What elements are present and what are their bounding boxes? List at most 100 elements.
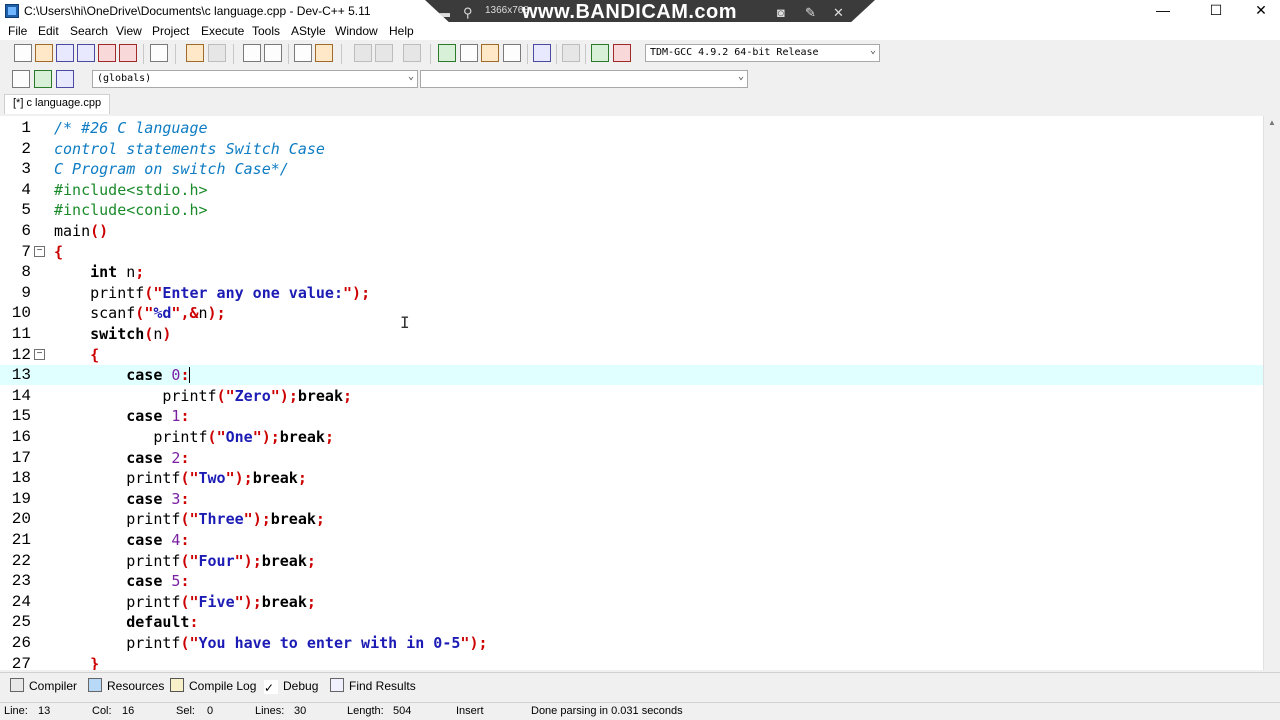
tab-find-results-label: Find Results: [349, 679, 416, 693]
menu-astyle[interactable]: AStyle: [291, 24, 326, 38]
code-line[interactable]: 23 case 5:: [0, 571, 1263, 591]
status-message: Done parsing in 0.031 seconds: [531, 705, 683, 717]
minimize-button[interactable]: —: [1140, 0, 1186, 22]
code-editor[interactable]: 1 /* #26 C language 2 control statements Sw…: [0, 116, 1280, 670]
menu-view[interactable]: View: [116, 24, 142, 38]
code-line[interactable]: 22 printf("Four");break;: [0, 551, 1263, 571]
code-line[interactable]: 13 case 0:: [0, 365, 1263, 386]
class-browser-icon[interactable]: [12, 70, 30, 88]
line-number: 16: [11, 428, 31, 446]
code-line[interactable]: 18 printf("Two");break;: [0, 468, 1263, 488]
next-icon[interactable]: [375, 44, 393, 62]
code-line[interactable]: 10 scanf("%d",&n);: [0, 303, 1263, 323]
line-number: 6: [21, 222, 31, 240]
code-line[interactable]: 14 printf("Zero");break;: [0, 386, 1263, 406]
fold-collapse-icon[interactable]: −: [34, 348, 45, 360]
close-button[interactable]: ✕: [1238, 0, 1280, 22]
goto-definition-icon[interactable]: [56, 70, 74, 88]
tab-find-results[interactable]: Find Results: [330, 678, 416, 696]
open-file-icon[interactable]: [35, 44, 53, 62]
redo-icon[interactable]: [208, 44, 226, 62]
code-text: printf("Four");break;: [126, 551, 316, 570]
new-project-icon[interactable]: [438, 44, 456, 62]
goto-declaration-icon[interactable]: [34, 70, 52, 88]
function-select[interactable]: ⌄: [420, 70, 748, 88]
goto-bookmark-icon[interactable]: [503, 44, 521, 62]
main-toolbar: TDM-GCC 4.9.2 64-bit Release ⌄: [0, 40, 1280, 68]
code-line[interactable]: 4 #include<stdio.h>: [0, 180, 1263, 200]
compiler-select[interactable]: TDM-GCC 4.9.2 64-bit Release ⌄: [645, 44, 880, 62]
menu-project[interactable]: Project: [152, 24, 189, 38]
tab-compiler[interactable]: Compiler: [10, 678, 77, 696]
stop-execution-icon[interactable]: [562, 44, 580, 62]
toggle-bookmark-icon[interactable]: [481, 44, 499, 62]
tab-compile-log[interactable]: Compile Log: [170, 678, 256, 696]
code-line[interactable]: 19 case 3:: [0, 489, 1263, 509]
tab-resources[interactable]: Resources: [88, 678, 164, 696]
pin-icon[interactable]: ⚲: [463, 5, 473, 21]
indent-icon[interactable]: [294, 44, 312, 62]
vertical-scrollbar[interactable]: ▲: [1263, 116, 1280, 670]
code-line[interactable]: 8 int n;: [0, 262, 1263, 282]
print-icon[interactable]: [150, 44, 168, 62]
code-line[interactable]: 24 printf("Five");break;: [0, 592, 1263, 612]
code-line[interactable]: 2 control statements Switch Case: [0, 139, 1263, 159]
profile-icon[interactable]: [591, 44, 609, 62]
previous-icon[interactable]: [354, 44, 372, 62]
status-sel-label: Sel:: [176, 705, 195, 717]
code-line[interactable]: 5 #include<conio.h>: [0, 200, 1263, 220]
pencil-icon[interactable]: ✎: [805, 5, 816, 21]
code-line[interactable]: 20 printf("Three");break;: [0, 509, 1263, 529]
menu-execute[interactable]: Execute: [201, 24, 244, 38]
fold-collapse-icon[interactable]: −: [34, 245, 45, 257]
close-all-icon[interactable]: [119, 44, 137, 62]
undo-icon[interactable]: [186, 44, 204, 62]
class-toolbar: (globals) ⌄ ⌄: [0, 68, 1280, 92]
maximize-button[interactable]: ☐: [1193, 0, 1239, 22]
menu-tools[interactable]: Tools: [252, 24, 280, 38]
code-line[interactable]: 26 printf("You have to enter with in 0-5…: [0, 633, 1263, 653]
chevron-down-icon: ⌄: [737, 71, 744, 82]
menu-window[interactable]: Window: [335, 24, 378, 38]
menu-file[interactable]: File: [8, 24, 27, 38]
code-line[interactable]: 17 case 2:: [0, 448, 1263, 468]
code-line[interactable]: 25 default:: [0, 612, 1263, 632]
code-line[interactable]: 16 printf("One");break;: [0, 427, 1263, 447]
insert-icon[interactable]: [460, 44, 478, 62]
save-icon[interactable]: [56, 44, 74, 62]
delete-profile-icon[interactable]: [613, 44, 631, 62]
new-file-icon[interactable]: [14, 44, 32, 62]
check-syntax-icon[interactable]: [533, 44, 551, 62]
menu-search[interactable]: Search: [70, 24, 108, 38]
unindent-icon[interactable]: [315, 44, 333, 62]
line-number: 23: [11, 572, 31, 591]
menu-help[interactable]: Help: [389, 24, 414, 38]
code-line[interactable]: 15 case 1:: [0, 406, 1263, 426]
code-line[interactable]: 6 main(): [0, 221, 1263, 241]
goto-icon[interactable]: [403, 44, 421, 62]
bandicam-watermark: www.BANDICAM.com: [522, 1, 738, 23]
scope-select[interactable]: (globals) ⌄: [92, 70, 418, 88]
tab-debug[interactable]: ✓ Debug: [264, 678, 318, 696]
code-line[interactable]: 11 switch(n): [0, 324, 1263, 344]
save-all-icon[interactable]: [77, 44, 95, 62]
scroll-up-arrow-icon[interactable]: ▲: [1268, 118, 1276, 127]
code-line[interactable]: 7−{: [0, 242, 1263, 262]
status-line-label: Line:: [4, 705, 28, 717]
code-line[interactable]: 3 C Program on switch Case*/: [0, 159, 1263, 179]
line-number: 10: [11, 304, 31, 323]
menu-edit[interactable]: Edit: [38, 24, 59, 38]
code-line[interactable]: 21 case 4:: [0, 530, 1263, 550]
camera-icon[interactable]: ◙: [777, 5, 785, 20]
replace-icon[interactable]: [264, 44, 282, 62]
line-number: 12: [11, 345, 31, 364]
code-line[interactable]: 27 }: [0, 654, 1263, 670]
code-line[interactable]: 9 printf("Enter any one value:");: [0, 283, 1263, 303]
code-text: printf("Two");break;: [126, 469, 307, 488]
code-line[interactable]: 1 /* #26 C language: [0, 118, 1263, 138]
tab-c-language-cpp[interactable]: [*] c language.cpp: [4, 94, 111, 114]
find-icon[interactable]: [243, 44, 261, 62]
close-file-icon[interactable]: [98, 44, 116, 62]
bandicam-close-icon[interactable]: ✕: [833, 5, 844, 21]
code-line[interactable]: 12− {: [0, 345, 1263, 365]
